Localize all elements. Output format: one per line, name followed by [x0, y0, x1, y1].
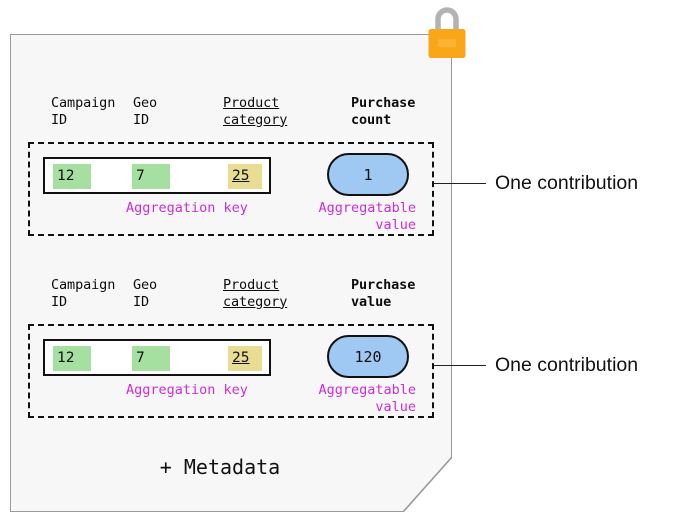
key-cell-product-category: 25 [228, 164, 262, 189]
callout-leader-line [434, 183, 486, 184]
column-header-product-category: Product category [223, 277, 288, 310]
contribution-block: Campaign ID Geo ID Product category Purc… [28, 277, 434, 418]
column-headers: Campaign ID Geo ID Product category Purc… [51, 277, 434, 324]
caption-aggregation-key: Aggregation key [126, 382, 248, 398]
key-cell-geo-id: 7 [132, 164, 170, 189]
contribution-dashed-region: 12 7 25 120 Aggregation key Aggregatable… [28, 324, 434, 418]
column-header-geo-id: Geo ID [133, 277, 158, 310]
caption-aggregation-key: Aggregation key [126, 200, 248, 216]
key-cell-product-category: 25 [228, 346, 262, 371]
aggregatable-value-pill: 120 [327, 335, 409, 378]
column-header-geo-id: Geo ID [133, 95, 158, 128]
callout-one-contribution: One contribution [434, 354, 638, 377]
contribution-dashed-region: 12 7 25 1 Aggregation key Aggregatable v… [28, 142, 434, 236]
column-header-product-category: Product category [223, 95, 288, 128]
callout-one-contribution: One contribution [434, 172, 638, 195]
column-header-campaign-id: Campaign ID [51, 277, 116, 310]
metadata-label: + Metadata [159, 455, 281, 479]
key-cell-campaign-id: 12 [53, 164, 91, 189]
callout-label: One contribution [495, 354, 639, 376]
caption-aggregatable-value: Aggregatable value [318, 200, 416, 233]
column-header-campaign-id: Campaign ID [51, 95, 116, 128]
aggregation-key-box: 12 7 25 [43, 157, 271, 194]
column-headers: Campaign ID Geo ID Product category Purc… [51, 95, 434, 142]
key-cell-campaign-id: 12 [53, 346, 91, 371]
column-header-purchase-count: Purchase count [351, 95, 416, 128]
callout-label: One contribution [495, 172, 639, 194]
column-header-purchase-value: Purchase value [351, 277, 416, 310]
aggregatable-value-pill: 1 [327, 153, 409, 196]
lock-icon [428, 7, 466, 58]
caption-aggregatable-value: Aggregatable value [318, 382, 416, 415]
callout-leader-line [434, 365, 486, 366]
contribution-block: Campaign ID Geo ID Product category Purc… [28, 95, 434, 236]
aggregation-key-box: 12 7 25 [43, 339, 271, 376]
key-cell-geo-id: 7 [132, 346, 170, 371]
